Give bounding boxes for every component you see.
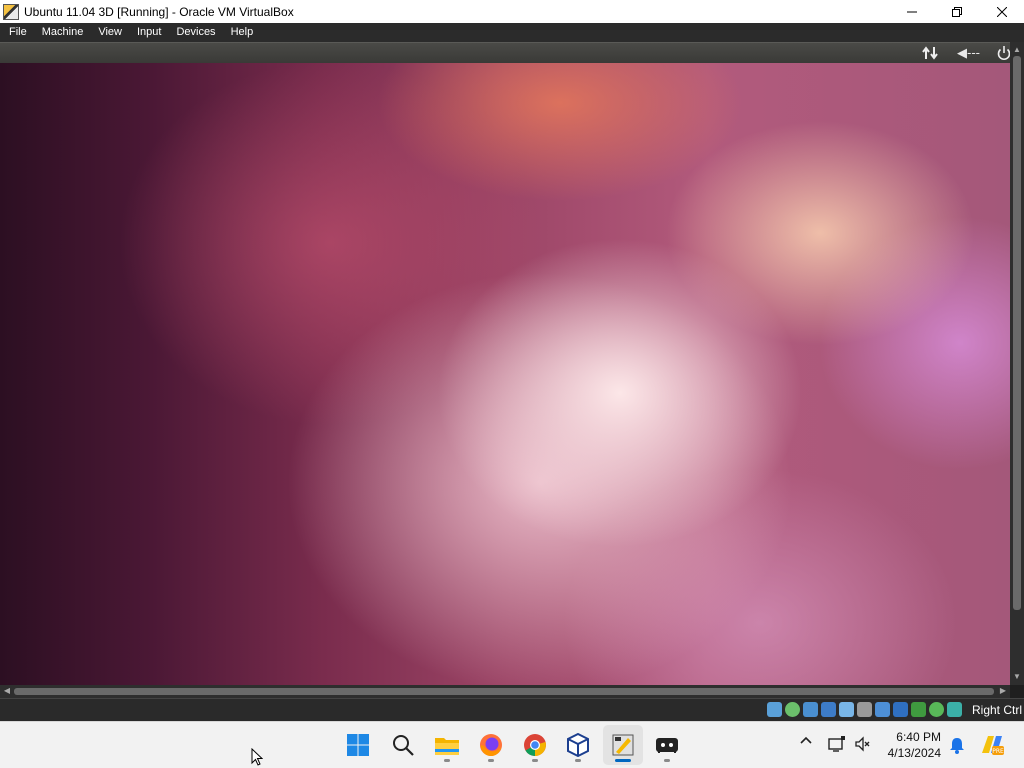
search-icon: [393, 735, 414, 756]
firefox-button[interactable]: [471, 725, 511, 765]
audio-icon[interactable]: [803, 702, 818, 717]
power-icon[interactable]: [997, 45, 1011, 65]
scroll-up-arrow[interactable]: ▲: [1010, 44, 1024, 56]
virtualbox-app-icon: [3, 3, 19, 20]
scroll-left-arrow[interactable]: ◀: [0, 685, 14, 697]
file-explorer-icon: [435, 738, 459, 755]
minimize-button[interactable]: [889, 0, 934, 23]
minimize-icon: [906, 11, 917, 12]
video-capture-icon[interactable]: [893, 702, 908, 717]
menu-devices[interactable]: Devices: [167, 23, 221, 42]
notifications-bell-icon[interactable]: [949, 736, 965, 757]
show-hidden-icons-chevron[interactable]: [800, 733, 812, 749]
menu-view[interactable]: View: [89, 23, 128, 42]
firefox-icon: [480, 734, 502, 757]
status-icons: [767, 702, 962, 717]
optical-disk-icon[interactable]: [785, 702, 800, 717]
vm-desktop-wallpaper[interactable]: [0, 63, 1010, 685]
menu-bar: File Machine View Input Devices Help: [0, 23, 1024, 42]
network-icon[interactable]: [821, 702, 836, 717]
chrome-icon: [524, 734, 546, 756]
vertical-scrollbar[interactable]: ▲ ▼: [1010, 42, 1024, 685]
display-icon[interactable]: [875, 702, 890, 717]
window-titlebar[interactable]: Ubuntu 11.04 3D [Running] - Oracle VM Vi…: [0, 0, 1024, 23]
virtualbox-vm-button[interactable]: [603, 725, 643, 765]
maximize-icon: [951, 6, 962, 17]
window-controls: [889, 0, 1024, 23]
search-button[interactable]: [383, 725, 423, 765]
running-indicator: [532, 759, 538, 762]
menu-input[interactable]: Input: [128, 23, 167, 42]
network-display-icon[interactable]: [828, 735, 846, 756]
start-icon: [347, 734, 369, 756]
scroll-right-arrow[interactable]: ▶: [996, 685, 1010, 697]
active-indicator: [615, 759, 631, 762]
menu-help[interactable]: Help: [222, 23, 260, 42]
usb-icon[interactable]: [839, 702, 854, 717]
copilot-icon[interactable]: PRE: [979, 733, 1005, 760]
window-title: Ubuntu 11.04 3D [Running] - Oracle VM Vi…: [24, 4, 294, 19]
hard-disk-icon[interactable]: [767, 702, 782, 717]
svg-text:PRE: PRE: [992, 748, 1004, 755]
virtualbox-manager-button[interactable]: [558, 725, 598, 765]
clock-date[interactable]: 4/13/2024: [888, 746, 941, 760]
mouse-cursor-icon: [251, 747, 264, 768]
running-indicator: [444, 759, 450, 762]
running-indicator: [488, 759, 494, 762]
volume-muted-icon[interactable]: ◀---: [957, 45, 980, 61]
guest-top-panel: ◀---: [0, 42, 1011, 65]
running-indicator: [664, 759, 670, 762]
running-indicator: [575, 759, 581, 762]
terminal-button[interactable]: [647, 725, 687, 765]
network-arrows-icon[interactable]: [922, 45, 940, 65]
file-explorer-button[interactable]: [427, 725, 467, 765]
vm-status-bar: Right Ctrl: [0, 698, 1024, 721]
menu-machine[interactable]: Machine: [33, 23, 90, 42]
vertical-scroll-thumb[interactable]: [1013, 56, 1021, 610]
recording-icon[interactable]: [911, 702, 926, 717]
start-button[interactable]: [338, 725, 378, 765]
horizontal-scroll-thumb[interactable]: [14, 688, 994, 695]
keyboard-icon[interactable]: [947, 702, 962, 717]
scroll-corner: [1010, 685, 1024, 698]
terminal-icon: [656, 738, 678, 753]
menu-file[interactable]: File: [0, 23, 33, 42]
maximize-button[interactable]: [934, 0, 979, 23]
scroll-down-arrow[interactable]: ▼: [1010, 671, 1024, 683]
chrome-button[interactable]: [515, 725, 555, 765]
virtualbox-vm-icon: [612, 734, 634, 756]
horizontal-scrollbar[interactable]: ◀ ▶: [0, 685, 1010, 698]
host-key-label[interactable]: Right Ctrl: [972, 703, 1022, 717]
clock-time[interactable]: 6:40 PM: [896, 730, 941, 744]
virtualbox-manager-icon: [567, 733, 589, 757]
volume-muted-icon[interactable]: [854, 736, 870, 755]
windows-taskbar: 6:40 PM 4/13/2024 PRE: [0, 721, 1024, 768]
close-button[interactable]: [979, 0, 1024, 23]
shared-folders-icon[interactable]: [857, 702, 872, 717]
close-icon: [996, 6, 1007, 17]
mouse-integration-icon[interactable]: [929, 702, 944, 717]
